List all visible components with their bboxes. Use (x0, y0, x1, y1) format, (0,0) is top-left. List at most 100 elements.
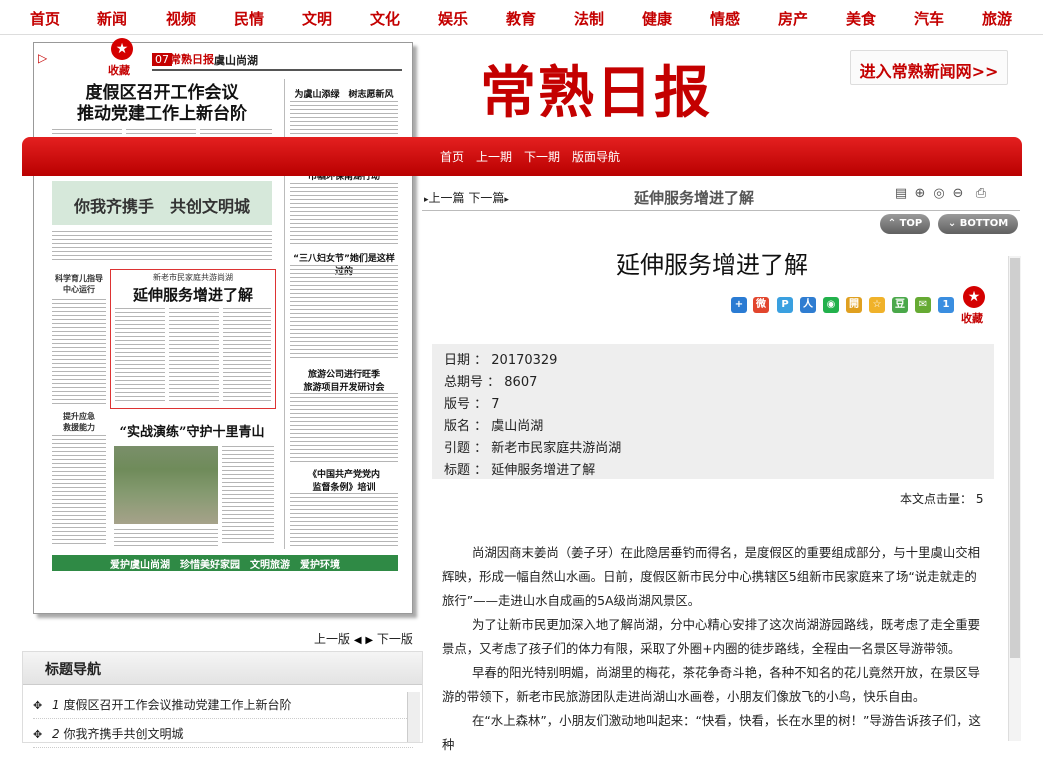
zoom-in-icon[interactable]: ⊕ (912, 186, 928, 202)
title-nav-scrollbar[interactable] (407, 692, 420, 742)
article-meta: 日期 ： 20170329 总期号 ： 8607 版号 ： 7 版名 ： 虞山尚… (432, 344, 994, 479)
favorite-label[interactable]: 收藏 (108, 62, 130, 78)
arrow-right-icon[interactable]: ▶ (365, 635, 373, 646)
meta-label: 日期 (444, 353, 471, 368)
nav-education[interactable]: 教育 (506, 8, 536, 29)
top-button[interactable]: ⌃ TOP (880, 214, 930, 234)
bottom-button[interactable]: ⌄ BOTTOM (938, 214, 1018, 234)
article-body: 尚湖因商末姜尚（姜子牙）在此隐居垂钓而得名，是度假区的重要组成部分，与十里虞山交… (442, 541, 988, 757)
corner-arrow-icon: ▷ (38, 51, 48, 65)
item-number: 1 (52, 698, 60, 712)
nav-travel[interactable]: 旅游 (982, 8, 1012, 29)
text-block (290, 265, 398, 361)
chevron-up-icon: ⌃ (887, 218, 897, 229)
zoom-reset-icon[interactable]: ◎ (931, 186, 947, 202)
rcol-title: 旅游公司进行旺季 旅游项目开发研讨会 (303, 370, 385, 393)
next-issue-link[interactable]: 下一期 (524, 148, 560, 165)
nav-property[interactable]: 房产 (778, 8, 808, 29)
scrollbar-thumb[interactable] (1010, 258, 1020, 658)
nav-health[interactable]: 健康 (642, 8, 672, 29)
nav-entertainment[interactable]: 娱乐 (438, 8, 468, 29)
star-icon[interactable]: ★ (111, 38, 133, 60)
paper-headline[interactable]: 度假区召开工作会议 推动党建工作上新台阶 (52, 83, 272, 125)
rcol-title: 为虞山添绿 树志愿新风 (294, 90, 394, 100)
nav-auto[interactable]: 汽车 (914, 8, 944, 29)
title-nav-item[interactable]: ✥ 2 你我齐携手共创文明城 (33, 725, 413, 748)
share-count-icon[interactable]: 1 (938, 297, 954, 313)
arrow-left-icon[interactable]: ◀ (354, 635, 362, 646)
nav-emotion[interactable]: 情感 (710, 8, 740, 29)
small-title: 提升应急 救援能力 (63, 412, 95, 432)
caret-icon: ▸ (504, 195, 509, 205)
share-renren-icon[interactable]: 人 (800, 297, 816, 313)
newspaper-page-preview[interactable]: ▷ 07 常熟日报 虞山尚湖 度假区召开工作会议 推动党建工作上新台阶 你我齐携… (33, 42, 413, 614)
title-nav-item[interactable]: ✥ 1 度假区召开工作会议推动党建工作上新台阶 (33, 696, 413, 719)
nav-public-opinion[interactable]: 民情 (234, 8, 264, 29)
favorite-label[interactable]: 收藏 (961, 310, 983, 326)
drill-photo (114, 446, 218, 524)
article-scrollbar[interactable] (1008, 256, 1021, 741)
share-wechat-icon[interactable]: ◉ (823, 297, 839, 313)
item-number: 2 (52, 727, 60, 741)
share-douban-icon[interactable]: 豆 (892, 297, 908, 313)
text-block (223, 308, 271, 404)
meta-row: 总期号 ： 8607 (444, 375, 538, 390)
text-block (222, 446, 274, 546)
share-friends-icon[interactable]: ✉ (915, 297, 931, 313)
read-count: 本文点击量： 5 (900, 490, 983, 507)
meta-value: 延伸服务增进了解 (491, 463, 596, 478)
paper-logo: 常熟日报 (170, 53, 214, 66)
hl-title: 延伸服务增进了解 (132, 286, 253, 304)
text-block (114, 529, 218, 547)
rcol-title: 《中国共产党党内 监督条例》培训 (307, 470, 380, 493)
bullet-icon: ✥ (33, 728, 43, 741)
share-qq-icon[interactable]: ☆ (869, 297, 885, 313)
meta-label: 版号 (444, 397, 471, 412)
prev-next-article[interactable]: ▸上一篇 下一篇▸ (424, 189, 509, 206)
page-nav-link[interactable]: 版面导航 (572, 148, 620, 165)
page-number: 07 (152, 53, 172, 66)
page-pager: 上一版 ◀ ▶ 下一版 (314, 630, 413, 647)
brand-logo[interactable]: 常熟日报 (480, 48, 712, 129)
nav-civilization[interactable]: 文明 (302, 8, 332, 29)
paragraph: 为了让新市民更加深入地了解尚湖，分中心精心安排了这次尚湖游园路线，既考虑了走全重… (442, 617, 981, 656)
next-page-link[interactable]: 下一版 (377, 632, 413, 646)
highlighted-article-box[interactable]: 新老市民家庭共游尚湖 延伸服务增进了解 (110, 269, 276, 409)
zoom-out-icon[interactable]: ⊖ (950, 186, 966, 202)
print-icon[interactable]: ⎙ (973, 186, 989, 202)
enter-news-site-button[interactable]: 进入常熟新闻网>> (850, 50, 1008, 85)
meta-label: 引题 (444, 441, 471, 456)
civilization-banner[interactable]: 你我齐携手 共创文明城 (52, 181, 272, 225)
meta-value: 新老市民家庭共游尚湖 (491, 441, 622, 456)
drill-title[interactable]: “实战演练”守护十里青山 (110, 421, 274, 440)
nav-law[interactable]: 法制 (574, 8, 604, 29)
paper-section: 虞山尚湖 (214, 54, 258, 67)
prev-page-link[interactable]: 上一版 (314, 632, 350, 646)
share-weibo-icon[interactable]: 微 (753, 297, 769, 313)
share-qzone-icon[interactable]: P (777, 297, 793, 313)
star-icon[interactable]: ★ (963, 286, 985, 308)
meta-value: 8607 (504, 375, 538, 390)
item-text: 度假区召开工作会议推动党建工作上新台阶 (63, 698, 292, 712)
nav-culture[interactable]: 文化 (370, 8, 400, 29)
bottom-slogan-banner: 爱护虞山尚湖 珍惜美好家园 文明旅游 爱护环境 (52, 555, 398, 571)
text-block (52, 299, 106, 407)
issue-home-link[interactable]: 首页 (440, 148, 464, 165)
nav-video[interactable]: 视频 (166, 8, 196, 29)
title-navigation-panel: 标题导航 ✥ 1 度假区召开工作会议推动党建工作上新台阶 ✥ 2 你我齐携手共创… (22, 651, 423, 748)
banner-title: 你我齐携手 共创文明城 (73, 197, 250, 216)
share-kaixin-icon[interactable]: 開 (846, 297, 862, 313)
text-block (290, 393, 398, 463)
prev-next-label: 上一篇 下一篇 (428, 191, 505, 205)
top-navigation: 首页 新闻 视频 民情 文明 文化 娱乐 教育 法制 健康 情感 房产 美食 汽… (0, 0, 1043, 35)
nav-home[interactable]: 首页 (30, 8, 60, 29)
read-count-value: 5 (975, 492, 984, 506)
nav-news[interactable]: 新闻 (97, 8, 127, 29)
slogan-text: 爱护虞山尚湖 珍惜美好家园 文明旅游 爱护环境 (110, 560, 340, 571)
share-more-icon[interactable]: + (731, 297, 747, 313)
meta-row: 日期 ： 20170329 (444, 353, 558, 368)
document-icon[interactable]: ▤ (893, 186, 909, 202)
hl-kicker: 新老市民家庭共游尚湖 (153, 273, 233, 282)
prev-issue-link[interactable]: 上一期 (476, 148, 512, 165)
nav-food[interactable]: 美食 (846, 8, 876, 29)
